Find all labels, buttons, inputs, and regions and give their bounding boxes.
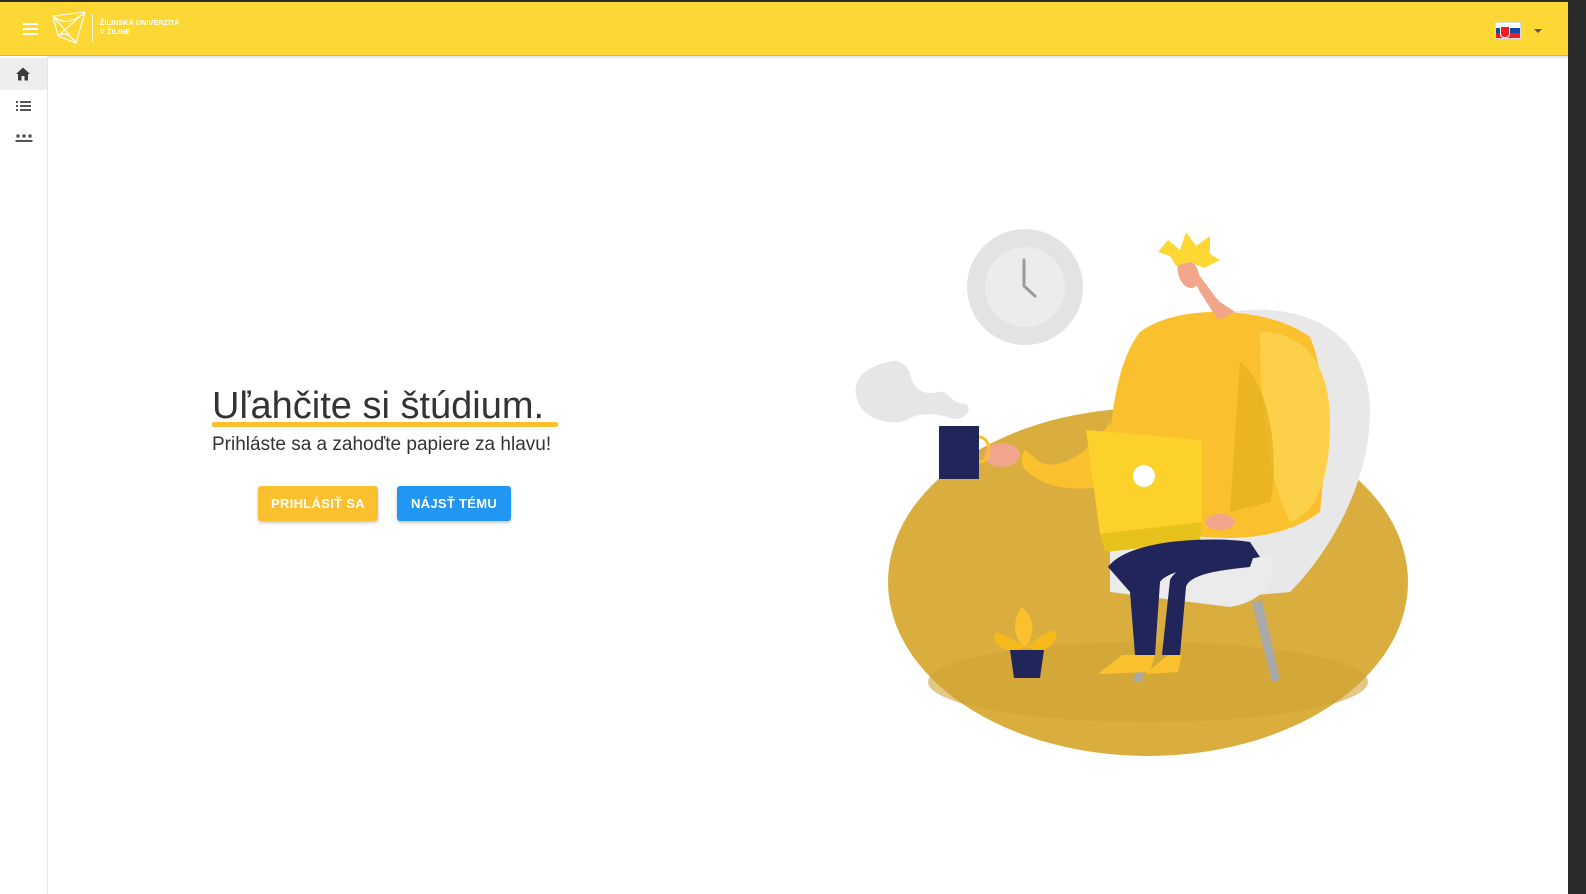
sidebar-item-more[interactable] xyxy=(0,122,47,154)
side-nav xyxy=(0,56,48,894)
login-button[interactable]: PRIHLÁSIŤ SA xyxy=(258,486,378,521)
language-selector[interactable] xyxy=(1495,20,1545,42)
slovak-flag-icon xyxy=(1495,22,1521,39)
more-icon xyxy=(15,134,33,142)
university-name: ŽILINSKÁ UNIVERZITA V ŽILINE xyxy=(100,20,180,36)
top-app-bar: ŽILINSKÁ UNIVERZITA V ŽILINE xyxy=(0,2,1568,56)
app-window: ŽILINSKÁ UNIVERZITA V ŽILINE Uľahčite si… xyxy=(0,2,1568,894)
home-icon xyxy=(16,67,30,81)
university-logo[interactable]: ŽILINSKÁ UNIVERZITA V ŽILINE xyxy=(50,10,190,46)
sidebar-item-list[interactable] xyxy=(0,90,47,122)
find-topic-button[interactable]: NÁJSŤ TÉMU xyxy=(397,486,511,521)
list-icon xyxy=(16,101,31,111)
page-subtitle: Prihláste sa a zahoďte papiere za hlavu! xyxy=(212,434,552,455)
sidebar-item-home[interactable] xyxy=(0,58,47,90)
chevron-down-icon xyxy=(1534,29,1542,33)
title-underline xyxy=(212,422,558,427)
student-illustration xyxy=(855,229,1408,756)
window-edge xyxy=(1568,0,1586,894)
menu-icon[interactable] xyxy=(14,16,46,42)
